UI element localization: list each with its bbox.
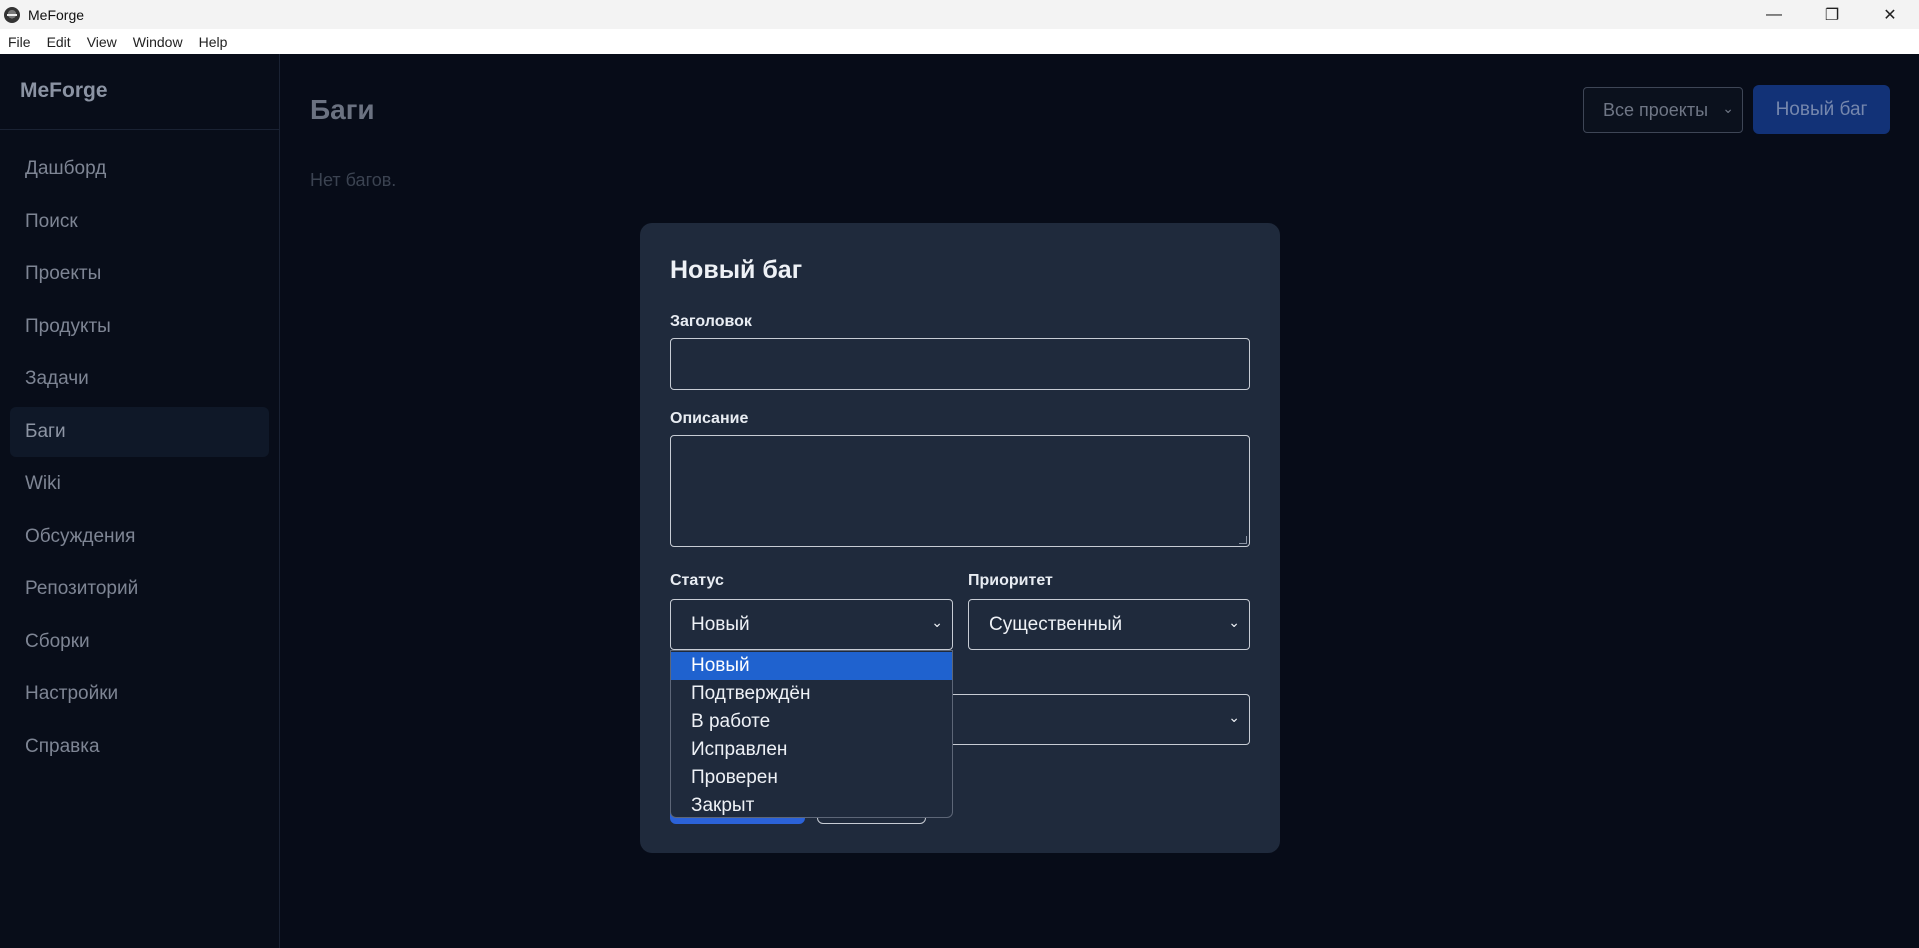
menu-file[interactable]: File (8, 34, 31, 50)
menu-view[interactable]: View (87, 34, 117, 50)
chevron-down-icon: ⌄ (1228, 614, 1240, 630)
menu-bar: File Edit View Window Help (0, 29, 1919, 54)
sidebar-nav: Дашборд Поиск Проекты Продукты Задачи Ба… (0, 130, 279, 772)
empty-state-text: Нет багов. (310, 170, 397, 190)
project-filter-value: Все проекты (1603, 99, 1709, 120)
status-option-fixed[interactable]: Исправлен (671, 736, 952, 764)
sidebar-brand: MeForge (0, 54, 279, 130)
status-option-confirmed[interactable]: Подтверждён (671, 680, 952, 708)
page-title: Баги (310, 94, 375, 125)
sidebar-item-products[interactable]: Продукты (10, 302, 269, 352)
menu-help[interactable]: Help (199, 34, 228, 50)
status-field-label: Статус (670, 572, 724, 589)
close-window-button[interactable]: ✕ (1861, 0, 1919, 29)
sidebar-item-repository[interactable]: Репозиторий (10, 564, 269, 614)
sidebar-item-bugs[interactable]: Баги (10, 406, 269, 457)
sidebar-item-search[interactable]: Поиск (10, 197, 269, 247)
priority-select[interactable]: Существенный ⌄ (968, 599, 1250, 650)
sidebar-item-tasks[interactable]: Задачи (10, 354, 269, 404)
modal-title: Новый баг (670, 256, 803, 284)
priority-field-label: Приоритет (968, 572, 1053, 589)
title-input[interactable] (670, 338, 1250, 390)
sidebar-item-discussions[interactable]: Обсуждения (10, 512, 269, 562)
sidebar-item-wiki[interactable]: Wiki (10, 459, 269, 509)
title-field-label: Заголовок (670, 313, 752, 330)
menu-edit[interactable]: Edit (47, 34, 71, 50)
sidebar-item-help[interactable]: Справка (10, 722, 269, 772)
status-option-closed[interactable]: Закрыт (671, 792, 952, 820)
status-option-new[interactable]: Новый (671, 652, 952, 680)
window-controls: — ❐ ✕ (1745, 0, 1919, 29)
restore-icon: ❐ (1824, 6, 1840, 24)
sidebar-item-builds[interactable]: Сборки (10, 617, 269, 667)
new-bug-button[interactable]: Новый баг (1753, 85, 1890, 134)
status-option-verified[interactable]: Проверен (671, 764, 952, 792)
sidebar: MeForge Дашборд Поиск Проекты Продукты З… (0, 54, 280, 948)
description-field-label: Описание (670, 410, 749, 427)
resize-handle-icon[interactable] (1239, 536, 1247, 544)
menu-window[interactable]: Window (133, 34, 183, 50)
window-titlebar: MeForge — ❐ ✕ (0, 0, 1919, 29)
status-select[interactable]: Новый ⌄ (670, 599, 953, 650)
sidebar-item-settings[interactable]: Настройки (10, 669, 269, 719)
chevron-down-icon: ⌄ (1228, 709, 1240, 725)
window-title: MeForge (28, 6, 85, 23)
project-filter-select[interactable]: Все проекты ⌄ (1583, 87, 1743, 133)
app-logo-icon (4, 6, 20, 23)
close-icon: ✕ (1883, 6, 1897, 24)
minimize-button[interactable]: — (1745, 0, 1803, 29)
chevron-down-icon: ⌄ (931, 614, 943, 630)
sidebar-item-projects[interactable]: Проекты (10, 249, 269, 299)
status-select-value: Новый (691, 613, 750, 635)
status-dropdown-list: Новый Подтверждён В работе Исправлен Про… (670, 650, 953, 818)
minimize-icon: — (1766, 5, 1782, 23)
status-option-in-progress[interactable]: В работе (671, 708, 952, 736)
sidebar-item-dashboard[interactable]: Дашборд (10, 144, 269, 194)
description-textarea[interactable] (670, 435, 1250, 547)
priority-select-value: Существенный (989, 613, 1123, 635)
restore-button[interactable]: ❐ (1803, 0, 1861, 29)
chevron-down-icon: ⌄ (1722, 100, 1734, 116)
